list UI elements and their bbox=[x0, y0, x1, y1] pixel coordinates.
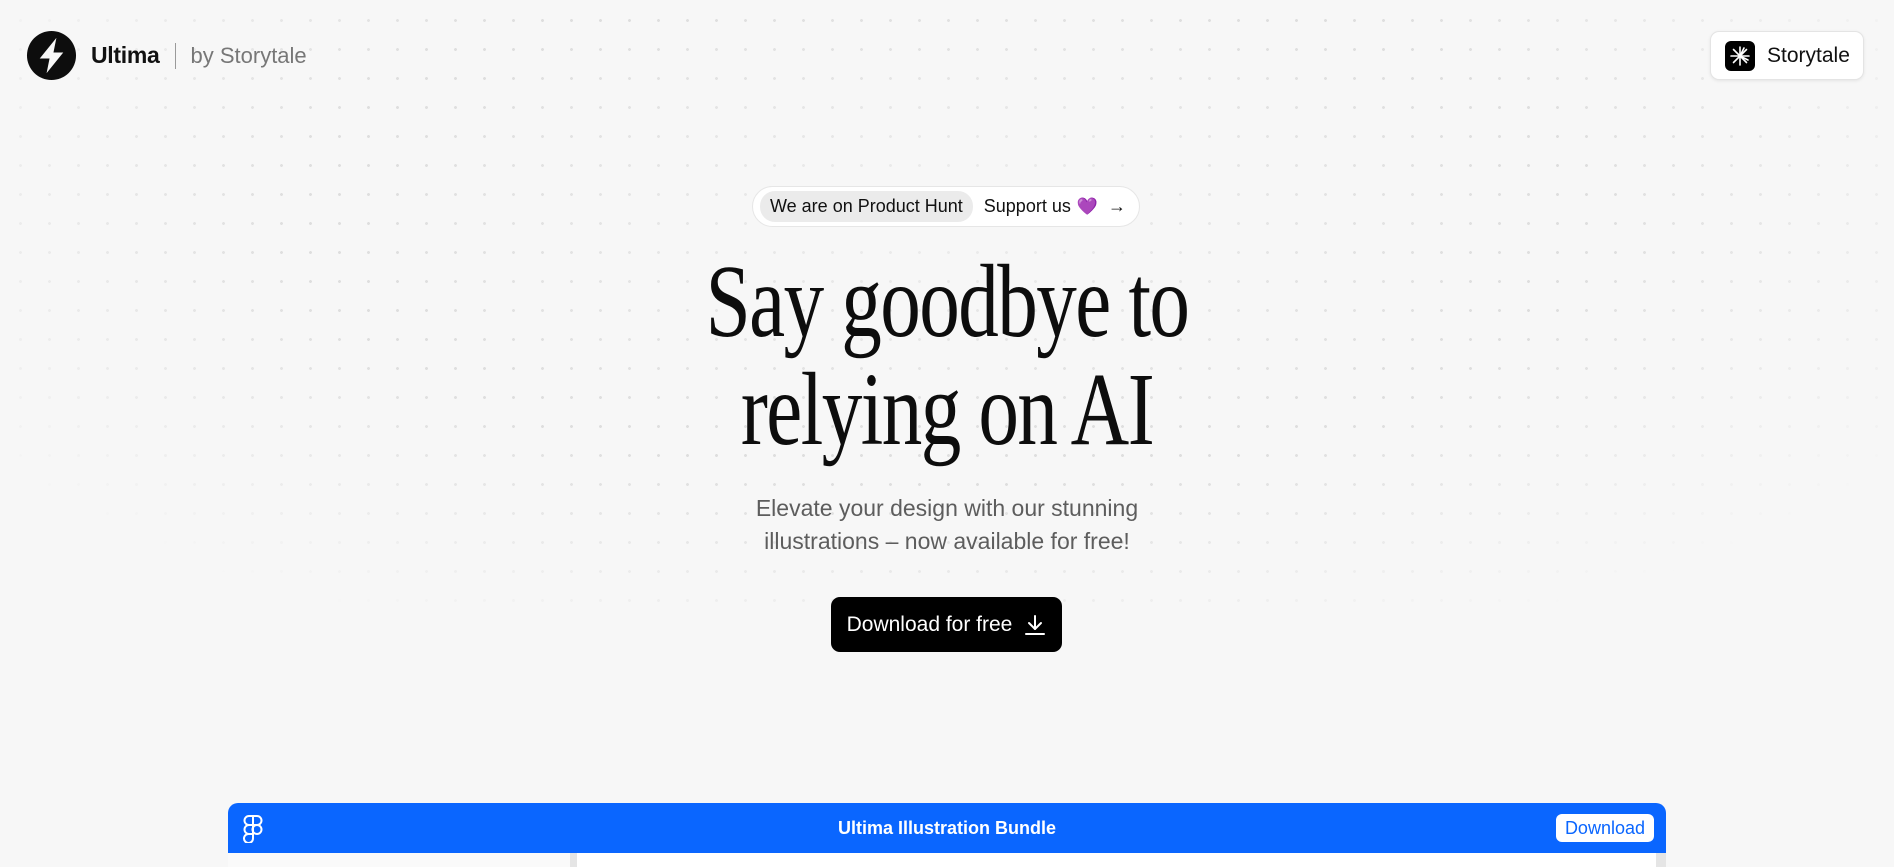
product-hunt-banner[interactable]: We are on Product Hunt Support us 💜 → bbox=[752, 186, 1140, 227]
support-us-label: Support us bbox=[983, 196, 1071, 216]
app-preview-body bbox=[228, 853, 1666, 867]
app-preview-titlebar: Ultima Illustration Bundle Download bbox=[228, 803, 1666, 853]
app-preview-window: Ultima Illustration Bundle Download bbox=[228, 803, 1666, 867]
brand-byline: by Storytale bbox=[190, 42, 307, 68]
storytale-button[interactable]: Storytale bbox=[1710, 31, 1864, 80]
app-left-panel bbox=[228, 853, 577, 867]
heart-icon: 💜 bbox=[1076, 196, 1099, 216]
brand-name: Ultima bbox=[91, 42, 160, 68]
hero-subtitle-line-2: illustrations – now available for free! bbox=[764, 528, 1130, 554]
app-right-scrollbar[interactable] bbox=[1656, 853, 1666, 867]
storytale-button-label: Storytale bbox=[1767, 43, 1850, 67]
download-for-free-label: Download for free bbox=[846, 612, 1013, 636]
hero-subtitle-line-1: Elevate your design with our stunning bbox=[755, 495, 1139, 521]
app-download-button[interactable]: Download bbox=[1555, 814, 1654, 842]
arrow-right-icon: → bbox=[1108, 196, 1127, 216]
app-preview-title: Ultima Illustration Bundle bbox=[837, 818, 1056, 838]
storytale-icon bbox=[1725, 40, 1755, 71]
hero-headline-line-2: relying on AI bbox=[740, 352, 1155, 467]
ultima-logo-icon bbox=[26, 30, 77, 81]
hero-subtitle: Elevate your design with our stunning il… bbox=[0, 492, 1894, 558]
hero-headline-line-1: Say goodbye to bbox=[705, 244, 1190, 359]
download-icon bbox=[1025, 614, 1046, 635]
brand-divider bbox=[174, 42, 176, 69]
product-hunt-pill: We are on Product Hunt bbox=[760, 191, 973, 222]
header-logo[interactable]: Ultima by Storytale bbox=[26, 30, 307, 81]
download-for-free-button[interactable]: Download for free bbox=[831, 597, 1062, 652]
hero-headline: Say goodbye to relying on AI bbox=[208, 248, 1685, 464]
